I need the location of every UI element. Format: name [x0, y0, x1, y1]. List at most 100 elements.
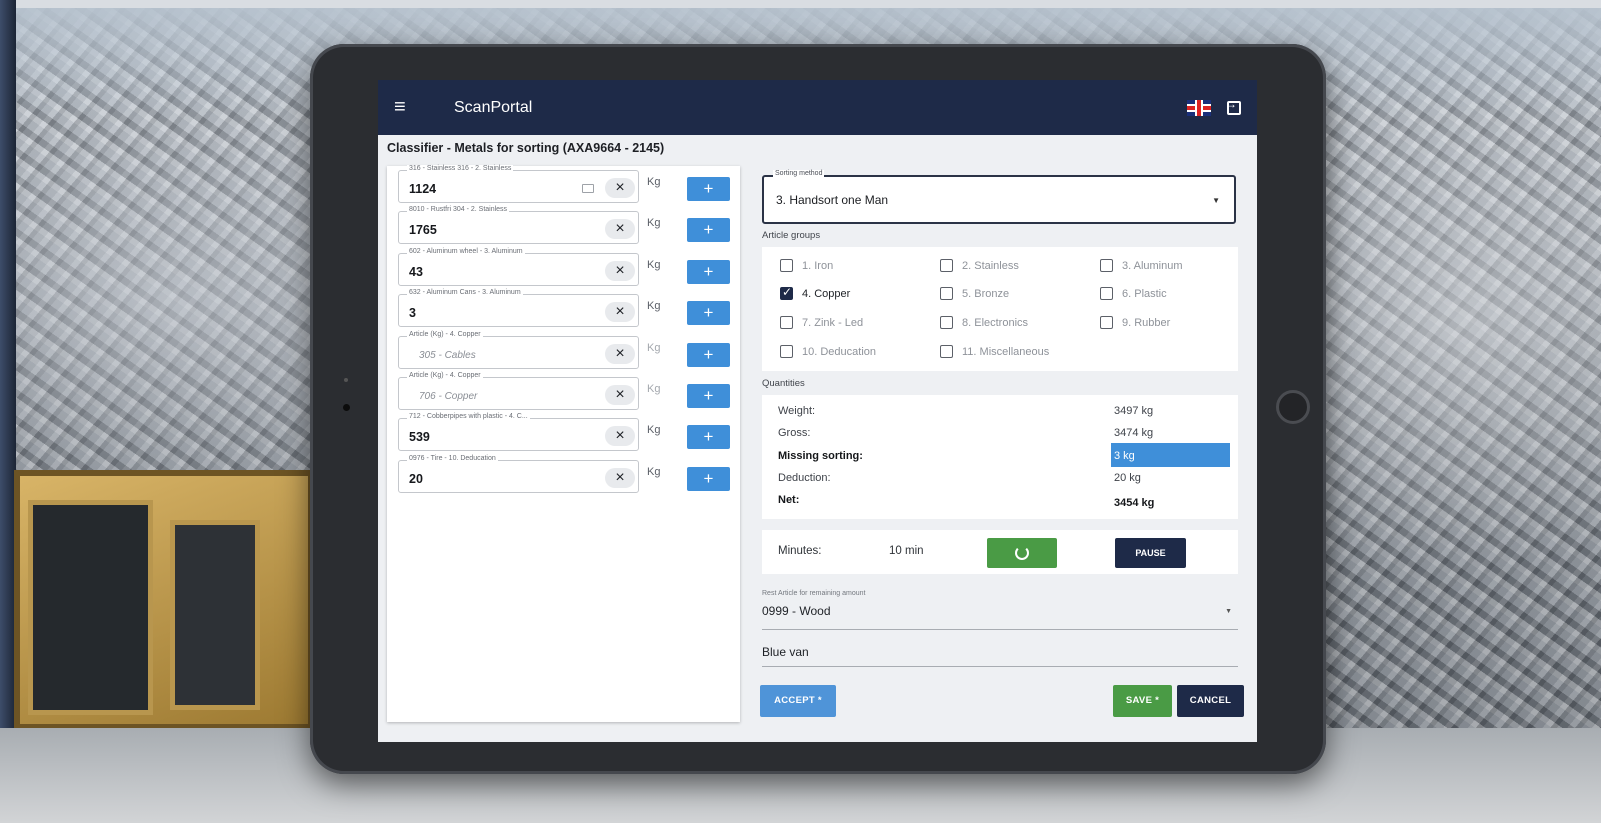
- checkbox-icon: [780, 259, 793, 272]
- sorting-method-select[interactable]: Sorting method 3. Handsort one Man ▼: [762, 170, 1236, 224]
- article-field-label: 712 - Cobberpipes with plastic - 4. C...: [407, 413, 530, 420]
- net-value: 3454 kg: [1114, 497, 1155, 509]
- article-weight-field[interactable]: Article (Kg) - 4. Copper 706 - Copper ×: [398, 372, 639, 410]
- add-button[interactable]: +: [687, 467, 730, 491]
- clear-icon[interactable]: ×: [605, 261, 635, 281]
- add-button[interactable]: +: [687, 218, 730, 242]
- note-value: Blue van: [762, 645, 809, 659]
- checkbox-aluminum[interactable]: 3. Aluminum: [1100, 259, 1183, 272]
- gross-label: Gross:: [778, 427, 811, 439]
- add-button[interactable]: +: [687, 301, 730, 325]
- add-button[interactable]: +: [687, 260, 730, 284]
- article-field-label: 316 - Stainless 316 - 2. Stainless: [407, 165, 514, 172]
- app-title: ScanPortal: [454, 98, 533, 116]
- minutes-label: Minutes:: [778, 545, 822, 557]
- missing-sorting-value: 3 kg: [1114, 450, 1135, 462]
- quantities-heading: Quantities: [762, 378, 805, 389]
- checkbox-icon: [940, 259, 953, 272]
- checkbox-zink-led[interactable]: 7. Zink - Led: [780, 316, 863, 329]
- clear-icon[interactable]: ×: [605, 426, 635, 446]
- article-weight-field[interactable]: 602 - Aluminum wheel - 3. Aluminum 43 ×: [398, 248, 639, 286]
- unit-label: Kg: [647, 466, 661, 478]
- checkbox-icon: [1100, 287, 1113, 300]
- weight-value: 3497 kg: [1114, 405, 1154, 417]
- accept-button[interactable]: ACCEPT *: [760, 685, 836, 717]
- menu-icon[interactable]: ≡: [394, 96, 418, 119]
- rest-article-select[interactable]: Rest Article for remaining amount 0999 -…: [762, 590, 1238, 630]
- checkbox-icon: [940, 287, 953, 300]
- clear-icon[interactable]: ×: [605, 344, 635, 364]
- app-bar: ≡ ScanPortal: [378, 80, 1257, 135]
- camera-sensor: [344, 378, 348, 382]
- note-field[interactable]: Blue van: [762, 636, 1238, 667]
- checkbox-miscellaneous[interactable]: 11. Miscellaneous: [940, 345, 1049, 358]
- page-title: Classifier - Metals for sorting (AXA9664…: [387, 141, 665, 155]
- loader-window: [170, 520, 260, 710]
- checkbox-stainless[interactable]: 2. Stainless: [940, 259, 1019, 272]
- checkbox-bronze[interactable]: 5. Bronze: [940, 287, 1009, 300]
- article-weight-field[interactable]: 316 - Stainless 316 - 2. Stainless 1124 …: [398, 165, 639, 203]
- checkbox-electronics[interactable]: 8. Electronics: [940, 316, 1028, 329]
- unit-label: Kg: [647, 176, 661, 188]
- clear-icon[interactable]: ×: [605, 385, 635, 405]
- checkbox-label: 5. Bronze: [962, 287, 1010, 300]
- checkbox-plastic[interactable]: 6. Plastic: [1100, 287, 1167, 300]
- home-button[interactable]: [1276, 390, 1310, 424]
- article-field-label: 632 - Aluminum Cans - 3. Aluminum: [407, 289, 523, 296]
- add-button[interactable]: +: [687, 384, 730, 408]
- clear-icon[interactable]: ×: [605, 178, 635, 198]
- logout-icon[interactable]: [1225, 97, 1241, 115]
- checkbox-label: 6. Plastic: [1122, 287, 1167, 300]
- article-weight-placeholder: 706 - Copper: [419, 391, 478, 402]
- missing-sorting-label: Missing sorting:: [778, 450, 863, 462]
- weight-label: Weight:: [778, 405, 816, 417]
- article-field-label: 0976 - Tire - 10. Deducation: [407, 455, 498, 462]
- loader-window: [28, 500, 153, 715]
- minutes-value: 10 min: [889, 545, 924, 557]
- checkbox-checked-icon: [780, 285, 793, 300]
- save-button[interactable]: SAVE *: [1113, 685, 1172, 717]
- timer-running-button[interactable]: [987, 538, 1057, 568]
- article-weight-placeholder: 305 - Cables: [419, 350, 476, 361]
- checkbox-label: 1. Iron: [802, 259, 834, 272]
- deduction-value: 20 kg: [1114, 472, 1141, 484]
- article-row: 316 - Stainless 316 - 2. Stainless 1124 …: [387, 165, 740, 206]
- clear-icon[interactable]: ×: [605, 302, 635, 322]
- checkbox-iron[interactable]: 1. Iron: [780, 259, 833, 272]
- checkbox-rubber[interactable]: 9. Rubber: [1100, 316, 1170, 329]
- article-row: 632 - Aluminum Cans - 3. Aluminum 3 × Kg…: [387, 289, 740, 330]
- add-button[interactable]: +: [687, 343, 730, 367]
- unit-label: Kg: [647, 424, 661, 436]
- unit-label: Kg: [647, 217, 661, 229]
- article-field-label: 602 - Aluminum wheel - 3. Aluminum: [407, 248, 525, 255]
- article-weight-value: 3: [409, 306, 416, 320]
- article-weight-field[interactable]: 8010 - Rustfri 304 - 2. Stainless 1765 ×: [398, 206, 639, 244]
- uk-flag-icon[interactable]: [1187, 99, 1211, 116]
- checkbox-label: 3. Aluminum: [1122, 259, 1183, 272]
- checkbox-copper[interactable]: 4. Copper: [780, 285, 850, 300]
- unit-label: Kg: [647, 300, 661, 312]
- checkbox-icon: [780, 345, 793, 358]
- camera: [343, 404, 350, 411]
- caret-down-icon: ▼: [1212, 196, 1220, 205]
- article-row: Article (Kg) - 4. Copper 305 - Cables × …: [387, 331, 740, 372]
- clear-icon[interactable]: ×: [605, 219, 635, 239]
- article-weight-field[interactable]: Article (Kg) - 4. Copper 305 - Cables ×: [398, 331, 639, 369]
- keyboard-icon[interactable]: [582, 184, 594, 193]
- article-weight-field[interactable]: 632 - Aluminum Cans - 3. Aluminum 3 ×: [398, 289, 639, 327]
- checkbox-label: 7. Zink - Led: [802, 316, 864, 329]
- add-button[interactable]: +: [687, 425, 730, 449]
- clear-icon[interactable]: ×: [605, 468, 635, 488]
- cancel-button[interactable]: CANCEL: [1177, 685, 1244, 717]
- article-weight-value: 43: [409, 265, 423, 279]
- add-button[interactable]: +: [687, 177, 730, 201]
- pause-button[interactable]: PAUSE: [1115, 538, 1186, 568]
- article-groups: 1. Iron 2. Stainless 3. Aluminum 4. Copp…: [762, 247, 1238, 371]
- article-weight-field[interactable]: 712 - Cobberpipes with plastic - 4. C...…: [398, 413, 639, 451]
- checkbox-deducation[interactable]: 10. Deducation: [780, 345, 876, 358]
- rest-article-label: Rest Article for remaining amount: [762, 590, 866, 597]
- article-weight-field[interactable]: 0976 - Tire - 10. Deducation 20 ×: [398, 455, 639, 493]
- checkbox-label: 9. Rubber: [1122, 316, 1171, 329]
- article-weight-value: 1124: [409, 182, 437, 196]
- checkbox-label: 10. Deducation: [802, 345, 876, 358]
